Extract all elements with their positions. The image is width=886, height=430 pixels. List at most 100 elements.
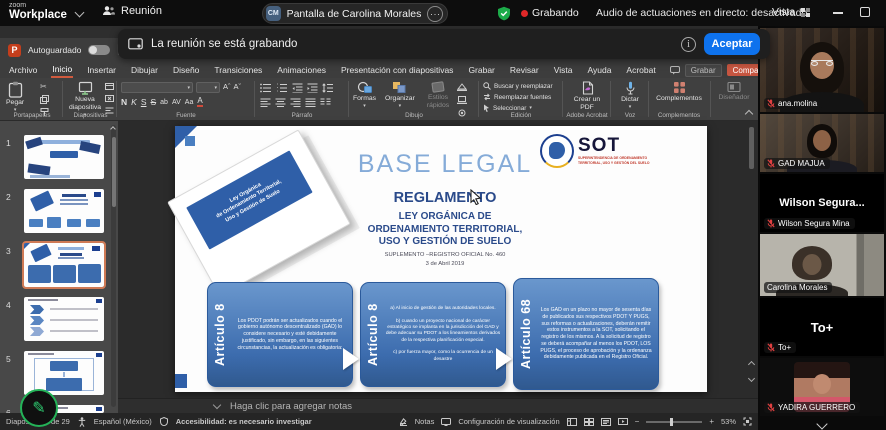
accept-button[interactable]: Aceptar [704, 33, 760, 55]
cut-icon[interactable]: ✂ [40, 82, 49, 91]
slide-thumbnail-2[interactable] [24, 189, 104, 233]
slide-sorter-view-icon[interactable] [584, 418, 594, 426]
tab-revisar[interactable]: Revisar [509, 63, 540, 77]
text-shadow-button[interactable]: ab [160, 99, 168, 106]
addins-button[interactable]: Complementos [654, 81, 704, 103]
tab-screen-share[interactable]: CM Pantalla de Carolina Morales ··· [262, 3, 448, 24]
char-spacing-button[interactable]: AV [172, 99, 181, 106]
tab-acrobat[interactable]: Acrobat [625, 63, 656, 77]
language-indicator[interactable]: Español (México) [94, 417, 152, 426]
justify-icon[interactable] [305, 98, 316, 107]
restore-window-icon[interactable] [860, 7, 870, 17]
columns-icon[interactable] [320, 98, 331, 107]
strikethrough-button[interactable]: S [150, 97, 156, 107]
fit-to-window-icon[interactable] [743, 417, 752, 426]
replace-fonts-button[interactable]: Reemplazar fuentes [483, 93, 551, 101]
slide-thumbnail-4[interactable] [24, 297, 104, 341]
participant-tile-carolina-active[interactable]: Carolina Morales [760, 234, 884, 296]
shrink-font-icon[interactable]: Aˇ [234, 82, 242, 93]
dictate-button[interactable]: Dictar▾ [616, 81, 644, 111]
shape-outline-icon[interactable] [457, 96, 467, 104]
tab-diseno[interactable]: Diseño [172, 63, 200, 77]
accessibility-person-icon[interactable] [78, 417, 86, 427]
sidebar-collapse-chevron-icon[interactable] [816, 418, 827, 429]
select-button[interactable]: Seleccionar▾ [483, 104, 532, 112]
thumbnail-scrollbar[interactable] [111, 125, 116, 407]
tab-animaciones[interactable]: Animaciones [276, 63, 327, 77]
participant-tile-to[interactable]: To+ To+ [760, 298, 884, 356]
notes-toggle[interactable]: Notas [415, 417, 435, 426]
italic-button[interactable]: K [131, 97, 137, 107]
align-right-icon[interactable] [290, 98, 301, 107]
view-button[interactable]: Vista [772, 6, 811, 18]
accessibility-status[interactable]: Accesibilidad: es necesario investigar [176, 417, 312, 426]
tab-presentacion[interactable]: Presentación con diapositivas [340, 63, 454, 77]
previous-slide-icon[interactable] [748, 361, 755, 368]
slide-3[interactable]: Ley Orgánica de Ordenamiento Territorial… [175, 126, 707, 392]
record-presentation-button[interactable]: Grabar [685, 64, 722, 77]
participant-tile-ana[interactable]: ana.molina [760, 28, 884, 112]
shapes-button[interactable]: Formas▾ [353, 81, 376, 110]
display-settings[interactable]: Configuración de visualización [458, 417, 559, 426]
decrease-indent-icon[interactable] [292, 83, 303, 93]
tab-meeting[interactable]: Reunión [102, 5, 162, 17]
zoom-percent[interactable]: 53% [721, 417, 736, 426]
align-center-icon[interactable] [275, 98, 286, 107]
font-size-select[interactable]: ▾ [196, 82, 220, 93]
font-name-select[interactable]: ▾ [121, 82, 193, 93]
quick-styles-button[interactable]: Estilos rápidos [423, 81, 453, 110]
tab-ayuda[interactable]: Ayuda [586, 63, 612, 77]
slideshow-view-icon[interactable] [618, 418, 628, 426]
zoom-in-icon[interactable]: + [709, 417, 714, 426]
slide-thumbnail-3-selected[interactable] [24, 243, 104, 287]
notes-collapse-icon[interactable] [213, 401, 221, 409]
comment-icon[interactable] [670, 66, 680, 75]
layout-icon[interactable] [105, 83, 114, 90]
reset-slide-icon[interactable] [105, 95, 114, 102]
participant-tile-wilson[interactable]: Wilson Segura... Wilson Segura Mina [760, 174, 884, 232]
line-spacing-icon[interactable] [322, 83, 333, 93]
designer-button[interactable]: Diseñador [716, 81, 752, 102]
security-shield-icon[interactable] [497, 6, 511, 21]
copy-icon[interactable] [40, 95, 49, 104]
shape-fill-icon[interactable] [457, 83, 467, 91]
normal-view-icon[interactable] [567, 418, 577, 426]
scroll-up-icon[interactable] [110, 126, 116, 132]
notes-pane[interactable]: Haga clic para agregar notas [118, 398, 758, 413]
annotation-tool-badge[interactable]: ✎ [20, 389, 58, 427]
zoom-out-icon[interactable]: − [635, 417, 640, 426]
slide-thumbnail-1[interactable] [24, 135, 104, 179]
autosave-toggle[interactable] [88, 45, 110, 55]
bold-button[interactable]: N [121, 97, 127, 107]
tab-archivo[interactable]: Archivo [8, 63, 38, 77]
more-options-icon[interactable]: ··· [427, 6, 443, 22]
arrange-button[interactable]: Organizar▾ [385, 81, 415, 110]
clipboard-icon [8, 81, 23, 98]
grow-font-icon[interactable]: Aˆ [223, 82, 231, 93]
align-left-icon[interactable] [260, 98, 271, 107]
info-icon[interactable]: i [681, 37, 696, 52]
tab-dibujar[interactable]: Dibujar [130, 63, 159, 77]
next-slide-icon[interactable] [748, 375, 755, 382]
tab-grabar[interactable]: Grabar [467, 63, 495, 77]
change-case-button[interactable]: Aa [185, 99, 194, 106]
numbering-icon[interactable] [276, 83, 288, 93]
create-pdf-button[interactable]: Crear un PDF [567, 81, 607, 112]
bullets-icon[interactable] [260, 83, 272, 93]
participant-tile-yadira[interactable]: YADIRA GUERRERO [760, 358, 884, 416]
tab-transiciones[interactable]: Transiciones [213, 63, 263, 77]
reading-view-icon[interactable] [601, 418, 611, 426]
tab-inicio[interactable]: Inicio [51, 62, 73, 78]
increase-indent-icon[interactable] [307, 83, 318, 93]
font-color-button[interactable]: A [197, 97, 202, 107]
tab-vista[interactable]: Vista [553, 63, 574, 77]
tab-insertar[interactable]: Insertar [86, 63, 117, 77]
underline-button[interactable]: S [141, 97, 147, 107]
zoom-slider[interactable] [646, 421, 702, 423]
paste-button[interactable]: Pegar▾ [6, 81, 24, 114]
chevron-down-icon[interactable] [75, 8, 85, 18]
find-replace-button[interactable]: Buscar y reemplazar [483, 82, 553, 90]
minimize-icon[interactable] [833, 12, 843, 14]
participant-tile-gad-majua[interactable]: GAD MAJUA [760, 114, 884, 172]
slide-scrollbar[interactable] [749, 125, 755, 393]
